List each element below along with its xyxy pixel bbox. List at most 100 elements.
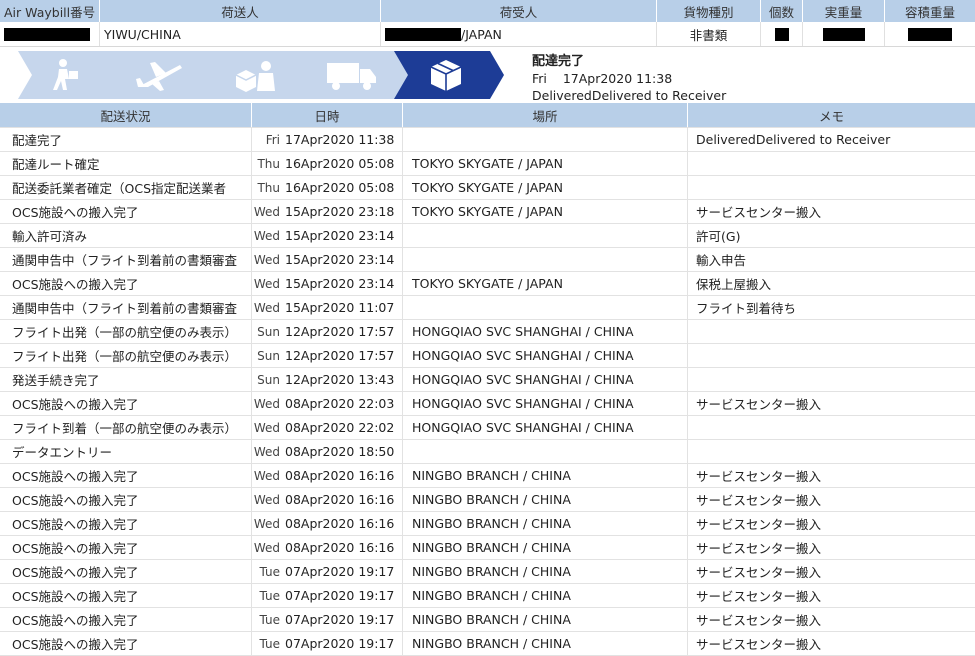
row-day: Wed bbox=[253, 492, 280, 507]
row-datetime: 08Apr2020 16:16 bbox=[285, 488, 403, 511]
row-memo: サービスセンター搬入 bbox=[696, 637, 822, 652]
row-status: OCS施設への搬入完了 bbox=[0, 464, 252, 487]
row-datetime: 15Apr2020 23:14 bbox=[285, 224, 403, 247]
row-memo: サービスセンター搬入 bbox=[696, 541, 822, 556]
table-row: 配送委託業者確定（OCS指定配送業者 Thu 16Apr2020 05:08 TOKY… bbox=[0, 176, 975, 200]
row-datetime: 12Apr2020 17:57 bbox=[285, 320, 403, 343]
table-row: OCS施設への搬入完了 Tue 07Apr2020 19:17 NINGBO BRAN… bbox=[0, 584, 975, 608]
row-memo: サービスセンター搬入 bbox=[696, 589, 822, 604]
redacted-actual-weight bbox=[822, 27, 865, 41]
row-status: OCS施設への搬入完了 bbox=[0, 536, 252, 559]
shipper-column-header: 荷送人 bbox=[100, 0, 381, 22]
row-memo: サービスセンター搬入 bbox=[696, 565, 822, 580]
table-row: 発送手続き完了 Sun 12Apr2020 13:43 HONGQIAO SVC SH… bbox=[0, 368, 975, 392]
row-datetime: 07Apr2020 19:17 bbox=[285, 584, 403, 607]
shipment-header: Air Waybill番号 荷送人 荷受人 貨物種別 個数 実重量 容積重量 bbox=[0, 0, 975, 22]
row-status: フライト到着（一部の航空便のみ表示） bbox=[0, 416, 252, 439]
row-status: 通関申告中（フライト到着前の書類審査 bbox=[0, 248, 252, 271]
table-row: OCS施設への搬入完了 Wed 08Apr2020 16:16 NINGBO BRAN… bbox=[0, 488, 975, 512]
consignee-value: /JAPAN bbox=[461, 26, 502, 42]
redacted-pieces bbox=[774, 27, 789, 41]
row-datetime: 08Apr2020 16:16 bbox=[285, 512, 403, 535]
row-day: Wed bbox=[253, 396, 280, 411]
row-location: NINGBO BRANCH / CHINA bbox=[403, 584, 688, 607]
cargo-type-cell: 非書類 bbox=[657, 22, 761, 46]
row-memo bbox=[688, 344, 975, 367]
row-location: HONGQIAO SVC SHANGHAI / CHINA bbox=[403, 320, 688, 343]
row-location bbox=[403, 128, 688, 151]
row-day: Wed bbox=[253, 468, 280, 483]
table-row: OCS施設への搬入完了 Tue 07Apr2020 19:17 NINGBO BRAN… bbox=[0, 632, 975, 656]
cargo-type-value: 非書類 bbox=[689, 27, 728, 43]
row-status: OCS施設への搬入完了 bbox=[0, 200, 252, 223]
row-location: TOKYO SKYGATE / JAPAN bbox=[403, 176, 688, 199]
row-memo: フライト到着待ち bbox=[696, 301, 797, 316]
row-datetime: 12Apr2020 13:43 bbox=[285, 368, 403, 391]
shipment-values: YIWU/CHINA /JAPAN 非書類 bbox=[0, 22, 975, 47]
row-day: Wed bbox=[253, 420, 280, 435]
row-datetime: 07Apr2020 19:17 bbox=[285, 632, 403, 655]
history-table-header: 配送状況 日時 場所 メモ bbox=[0, 103, 975, 127]
progress-steps bbox=[4, 51, 504, 99]
row-status: 配送委託業者確定（OCS指定配送業者 bbox=[0, 176, 252, 199]
row-location: NINGBO BRANCH / CHINA bbox=[403, 464, 688, 487]
delivery-truck-icon bbox=[327, 63, 376, 90]
row-memo: 保税上屋搬入 bbox=[696, 277, 772, 292]
row-status: 配達ルート確定 bbox=[0, 152, 252, 175]
row-location: TOKYO SKYGATE / JAPAN bbox=[403, 272, 688, 295]
table-row: OCS施設への搬入完了 Wed 08Apr2020 16:16 NINGBO BRAN… bbox=[0, 512, 975, 536]
airplane-icon bbox=[136, 62, 182, 91]
history-status-column-header: 配送状況 bbox=[0, 103, 252, 127]
row-day: Tue bbox=[259, 636, 281, 651]
row-location: NINGBO BRANCH / CHINA bbox=[403, 536, 688, 559]
row-memo bbox=[688, 152, 975, 175]
row-location: TOKYO SKYGATE / JAPAN bbox=[403, 200, 688, 223]
table-row: OCS施設への搬入完了 Wed 08Apr2020 16:16 NINGBO BRAN… bbox=[0, 536, 975, 560]
awb-column-header: Air Waybill番号 bbox=[0, 0, 100, 22]
pickup-person-icon bbox=[53, 59, 78, 90]
row-datetime: 08Apr2020 16:16 bbox=[285, 464, 403, 487]
row-datetime: 16Apr2020 05:08 bbox=[285, 176, 403, 199]
row-day: Fri bbox=[265, 132, 280, 147]
history-location-column-header: 場所 bbox=[403, 103, 688, 127]
current-status-datetime: 17Apr2020 11:38 bbox=[562, 71, 673, 86]
volume-weight-column-header: 容積重量 bbox=[904, 4, 955, 20]
table-row: OCS施設への搬入完了 Wed 08Apr2020 22:03 HONGQIAO SV… bbox=[0, 392, 975, 416]
table-row: 配達ルート確定 Thu 16Apr2020 05:08 TOKYO SKYGATE /… bbox=[0, 152, 975, 176]
row-datetime: 07Apr2020 19:17 bbox=[285, 560, 403, 583]
row-location: TOKYO SKYGATE / JAPAN bbox=[403, 152, 688, 175]
row-status: OCS施設への搬入完了 bbox=[0, 392, 252, 415]
pieces-cell bbox=[761, 22, 803, 46]
row-location: NINGBO BRANCH / CHINA bbox=[403, 632, 688, 655]
row-day: Tue bbox=[259, 588, 281, 603]
table-row: フライト到着（一部の航空便のみ表示） Wed 08Apr2020 22:02 HONG… bbox=[0, 416, 975, 440]
row-datetime: 16Apr2020 05:08 bbox=[285, 152, 403, 175]
row-memo: サービスセンター搬入 bbox=[696, 493, 822, 508]
progress-step-delivered bbox=[388, 51, 504, 99]
current-status-title: 配達完了 bbox=[532, 54, 585, 69]
row-datetime: 17Apr2020 11:38 bbox=[285, 128, 403, 151]
row-memo: サービスセンター搬入 bbox=[696, 469, 822, 484]
delivery-progress: 配達完了 Fri 17Apr2020 11:38 DeliveredDelive… bbox=[0, 47, 975, 103]
row-memo: 輸入申告 bbox=[696, 253, 747, 268]
row-status: OCS施設への搬入完了 bbox=[0, 560, 252, 583]
row-datetime: 08Apr2020 22:02 bbox=[285, 416, 403, 439]
row-status: 輸入許可済み bbox=[0, 224, 252, 247]
row-datetime: 07Apr2020 19:17 bbox=[285, 608, 403, 631]
row-location: HONGQIAO SVC SHANGHAI / CHINA bbox=[403, 368, 688, 391]
row-location: NINGBO BRANCH / CHINA bbox=[403, 488, 688, 511]
row-day: Thu bbox=[257, 180, 280, 195]
row-memo: 許可(G) bbox=[696, 229, 741, 244]
table-row: OCS施設への搬入完了 Tue 07Apr2020 19:17 NINGBO BRAN… bbox=[0, 608, 975, 632]
row-day: Thu bbox=[257, 156, 280, 171]
row-location bbox=[403, 224, 688, 247]
volume-weight-cell bbox=[885, 22, 975, 46]
redacted-awb bbox=[4, 27, 90, 41]
shipper-value: YIWU/CHINA bbox=[104, 26, 181, 42]
table-row: OCS施設への搬入完了 Wed 15Apr2020 23:18 TOKYO SKYGA… bbox=[0, 200, 975, 224]
table-row: 輸入許可済み Wed 15Apr2020 23:14 許可(G) bbox=[0, 224, 975, 248]
row-location: HONGQIAO SVC SHANGHAI / CHINA bbox=[403, 392, 688, 415]
row-status: 配達完了 bbox=[0, 128, 252, 151]
row-status: OCS施設への搬入完了 bbox=[0, 512, 252, 535]
row-datetime: 08Apr2020 18:50 bbox=[285, 440, 403, 463]
